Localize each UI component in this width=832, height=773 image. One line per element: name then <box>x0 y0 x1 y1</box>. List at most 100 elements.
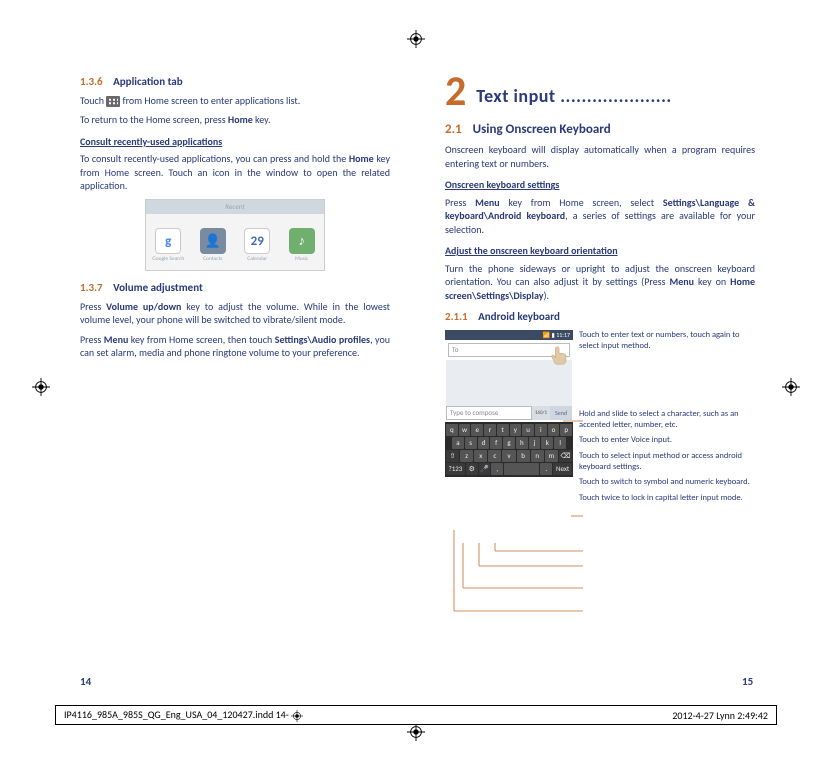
chapter-title: Text input ..................... <box>476 84 671 108</box>
subheading-kb-orientation: Adjust the onscreen keyboard orientation <box>445 244 755 258</box>
registration-mark-icon <box>407 723 425 741</box>
apps-grid-icon <box>106 96 120 107</box>
keyboard-key: ⌫ <box>559 450 572 462</box>
keyboard-key: v <box>502 450 515 462</box>
keyboard-key: ⚙ <box>466 463 478 475</box>
figure-android-keyboard: 📶 ▮ 11:17 To Type to compose 160/1 Send … <box>445 330 755 509</box>
keyboard-key: ?123 <box>446 463 465 475</box>
paragraph: Press Volume up/down key to adjust the v… <box>80 300 390 327</box>
section-title: Android keyboard <box>478 310 560 323</box>
keyboard-key: o <box>548 424 560 436</box>
keyboard-key: l <box>554 437 566 449</box>
registration-mark-icon <box>407 30 425 48</box>
page-number-right: 15 <box>742 675 753 688</box>
callout-text: Touch to switch to symbol and numeric ke… <box>579 477 755 488</box>
paragraph: Turn the phone sideways or upright to ad… <box>445 262 755 303</box>
keyboard-key: a <box>452 437 464 449</box>
keyboard-key: g <box>503 437 515 449</box>
keyboard-key: y <box>510 424 522 436</box>
keyboard-key: b <box>517 450 530 462</box>
send-button: Send <box>550 406 572 420</box>
to-field: To <box>448 343 570 357</box>
keyboard-key: q <box>446 424 458 436</box>
paragraph: Touch from Home screen to enter applicat… <box>80 94 390 108</box>
status-time: 11:17 <box>556 331 570 339</box>
keyboard-key: . <box>540 463 552 475</box>
section-number: 2.1 <box>445 122 462 137</box>
recent-bar-label: Recent <box>146 200 324 214</box>
registration-mark-icon <box>782 378 800 396</box>
page-left: 1.3.6 Application tab Touch from Home sc… <box>80 75 390 366</box>
keyboard-key: d <box>478 437 490 449</box>
keyboard-key: k <box>541 437 553 449</box>
paragraph: Press Menu key from Home screen, then to… <box>80 333 390 360</box>
compose-input: Type to compose <box>446 406 532 420</box>
page-number-left: 14 <box>80 675 91 688</box>
signal-icon: 📶 <box>543 331 552 339</box>
section-2-1-1-heading: 2.1.1 Android keyboard <box>445 310 755 325</box>
keyboard-key: s <box>465 437 477 449</box>
footer-date: 2012-4-27 Lynn 2:49:42 <box>672 709 768 722</box>
keyboard-key: c <box>488 450 501 462</box>
paragraph: To return to the Home screen, press Home… <box>80 113 390 127</box>
keyboard-key: 🎤 <box>479 463 491 475</box>
keyboard-key <box>504 463 539 475</box>
print-footer: IP4116_985A_985S_QG_Eng_USA_04_120427.in… <box>55 705 777 725</box>
keyboard-key: m <box>545 450 558 462</box>
callout-text: Touch to select input method or access a… <box>579 451 755 472</box>
keyboard-key: u <box>522 424 534 436</box>
figure-recent-apps: Recent gGoogle Search 👤Contacts 29Calendar… <box>145 199 325 271</box>
phone-mockup: 📶 ▮ 11:17 To Type to compose 160/1 Send … <box>445 330 573 509</box>
keyboard-key: i <box>535 424 547 436</box>
footer-file: IP4116_985A_985S_QG_Eng_USA_04_120427.in… <box>64 708 303 722</box>
keyboard-key: , <box>491 463 503 475</box>
paragraph: Press Menu key from Home screen, select … <box>445 196 755 237</box>
subheading-recent-apps: Consult recently-used applications <box>80 135 390 149</box>
keyboard-key: n <box>531 450 544 462</box>
recent-app-item: ♪Music <box>285 228 319 263</box>
finger-touch-icon <box>549 344 571 366</box>
callout-text: Touch twice to lock in capital letter in… <box>579 493 755 504</box>
keyboard-key: w <box>459 424 471 436</box>
keyboard-key: f <box>490 437 502 449</box>
callout-text: Touch to enter Voice input. <box>579 435 755 446</box>
recent-app-item: 👤Contacts <box>196 228 230 263</box>
compose-bar: Type to compose 160/1 Send <box>446 406 572 420</box>
keyboard-key: j <box>529 437 541 449</box>
section-title: Volume adjustment <box>113 281 203 294</box>
section-2-1-heading: 2.1 Using Onscreen Keyboard <box>445 121 755 139</box>
section-title: Application tab <box>113 75 183 88</box>
message-area <box>446 360 572 406</box>
section-title: Using Onscreen Keyboard <box>473 122 611 137</box>
recent-app-item: gGoogle Search <box>151 228 185 263</box>
keyboard-key: h <box>516 437 528 449</box>
callout-text: Touch to enter text or numbers, touch ag… <box>579 330 755 351</box>
keyboard-key: e <box>471 424 483 436</box>
registration-mark-icon <box>32 378 50 396</box>
paragraph: To consult recently-used applications, y… <box>80 152 390 193</box>
section-number: 2.1.1 <box>445 310 468 323</box>
callout-list: Touch to enter text or numbers, touch ag… <box>579 330 755 509</box>
to-label: To <box>452 345 458 354</box>
keyboard-key: t <box>497 424 509 436</box>
keyboard-key: Next <box>553 463 572 475</box>
section-number: 1.3.7 <box>80 281 103 294</box>
paragraph: Onscreen keyboard will display automatic… <box>445 143 755 170</box>
page-right: 2 Text input ..................... 2.1 U… <box>445 75 755 509</box>
onscreen-keyboard: qwertyuiopasdfghjkl⇧zxcvbnm⌫?123⚙🎤 , .Ne… <box>445 422 573 477</box>
keyboard-key: p <box>560 424 572 436</box>
section-number: 1.3.6 <box>80 75 103 88</box>
keyboard-key: r <box>484 424 496 436</box>
status-bar: 📶 ▮ 11:17 <box>445 330 573 340</box>
chapter-heading: 2 Text input ..................... <box>445 75 755 109</box>
section-1-3-7-heading: 1.3.7 Volume adjustment <box>80 281 390 296</box>
recent-app-item: 29Calendar <box>240 228 274 263</box>
section-1-3-6-heading: 1.3.6 Application tab <box>80 75 390 90</box>
keyboard-key: ⇧ <box>446 450 459 462</box>
chapter-number: 2 <box>445 75 466 109</box>
subheading-kb-settings: Onscreen keyboard settings <box>445 178 755 192</box>
char-count: 160/1 <box>532 406 550 420</box>
registration-mark-icon <box>291 710 303 722</box>
keyboard-key: z <box>460 450 473 462</box>
callout-text: Hold and slide to select a character, su… <box>579 409 755 430</box>
